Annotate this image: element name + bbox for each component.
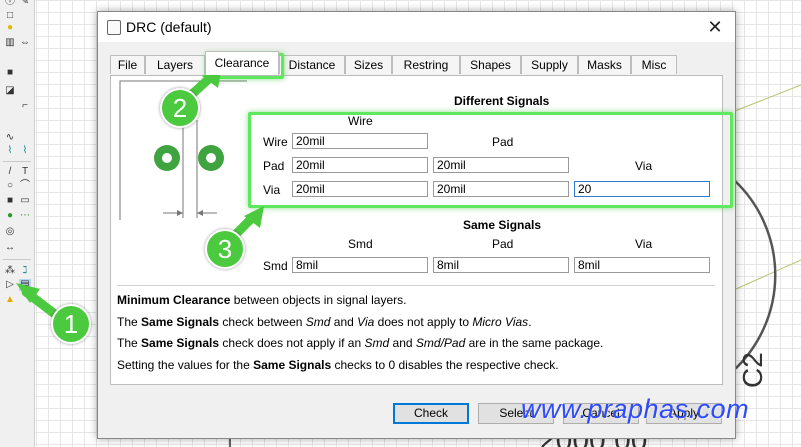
tab-shapes[interactable]: Shapes [460,55,521,74]
text-icon[interactable]: T [19,166,31,178]
tab-supply[interactable]: Supply [521,55,578,74]
signal-icon[interactable]: ⋯ [19,210,31,222]
polygon-icon[interactable]: ▭ [19,195,31,207]
ripup-icon[interactable]: ⌇ [19,145,31,157]
tab-masks[interactable]: Masks [578,55,631,74]
square-icon[interactable]: □ [4,10,16,22]
warning-icon[interactable]: ▲ [4,294,16,306]
wrench-icon[interactable]: ✎ [19,0,31,8]
mirror-icon[interactable]: ◪ [4,85,16,97]
tab-clearance[interactable]: Clearance [205,51,279,75]
optimize-icon[interactable]: ∿ [4,132,16,144]
help-line-1: Minimum Clearance between objects in sig… [117,293,407,307]
wire-icon[interactable]: / [4,166,16,178]
callout-badge-2: 2 [160,88,200,128]
same-col-label-via: Via [635,237,653,251]
delete-icon[interactable]: ▥ [4,37,16,49]
rect-icon[interactable]: ■ [4,195,16,207]
smd-via-input[interactable] [574,257,710,273]
tab-distance[interactable]: Distance [279,55,345,74]
callout-badge-3: 3 [205,229,245,269]
group-icon[interactable]: ⇔ [19,37,31,49]
route-icon[interactable]: ⌇ [4,145,16,157]
tab-layers[interactable]: Layers [145,55,205,74]
tab-misc[interactable]: Misc [631,55,677,74]
component-label: C2 [737,352,768,388]
help-line-3: The Same Signals check does not apply if… [117,336,604,350]
drc-icon[interactable]: ▤ [19,279,31,291]
different-signals-title: Different Signals [454,94,550,108]
toolbar-separator [3,161,31,162]
arc-icon[interactable]: ⌒ [19,180,31,192]
help-line-4: Setting the values for the Same Signals … [117,358,559,372]
circle-icon[interactable]: ○ [4,180,16,192]
info-icon[interactable]: ⓘ [4,0,16,8]
same-signals-title: Same Signals [463,218,542,232]
split-icon[interactable]: ⌐ [19,100,31,112]
smd-smd-input[interactable] [292,257,428,273]
via-icon[interactable]: ● [4,210,16,222]
dialog-title: DRC (default) [126,19,212,35]
hole-icon[interactable]: ◎ [4,226,16,238]
toolbar-separator [3,259,31,260]
tab-sizes[interactable]: Sizes [345,55,392,74]
follow-me-icon[interactable]: ℷ [19,265,31,277]
dialog-titlebar[interactable]: DRC (default) ✕ [98,12,735,42]
lock-icon[interactable]: ■ [4,67,16,79]
same-col-label-pad: Pad [492,237,514,251]
dimension-icon[interactable]: ↔ [4,242,16,254]
app-icon [107,20,121,35]
autorouter-icon[interactable]: ⁂ [4,265,16,277]
callout-badge-1: 1 [51,304,91,344]
watermark: www.praphas.com [521,394,750,424]
paint-icon[interactable]: ● [4,22,16,34]
same-col-label-smd: Smd [348,237,373,251]
help-line-2: The Same Signals check between Smd and V… [117,315,532,329]
close-button[interactable]: ✕ [703,15,727,39]
help-separator [117,285,715,286]
drc-dialog: DRC (default) ✕ File Layers Clearance Di… [97,11,736,439]
callout-highlight-different-signals [248,112,733,208]
component-outline [733,179,777,371]
check-button[interactable]: Check [393,403,469,424]
tab-restring[interactable]: Restring [392,55,460,74]
left-toolbar: ⓘ ✎ □ ● ▥ ⇔ ■ ◪ ⌐ ∿ ⌇ ⌇ / T ○ ⌒ ■ ▭ ● ⋯ … [0,0,35,447]
same-row-label-smd: Smd [263,259,288,273]
erc-icon[interactable]: ▷ [4,279,16,291]
smd-pad-input[interactable] [433,257,569,273]
tab-file[interactable]: File [110,55,145,74]
